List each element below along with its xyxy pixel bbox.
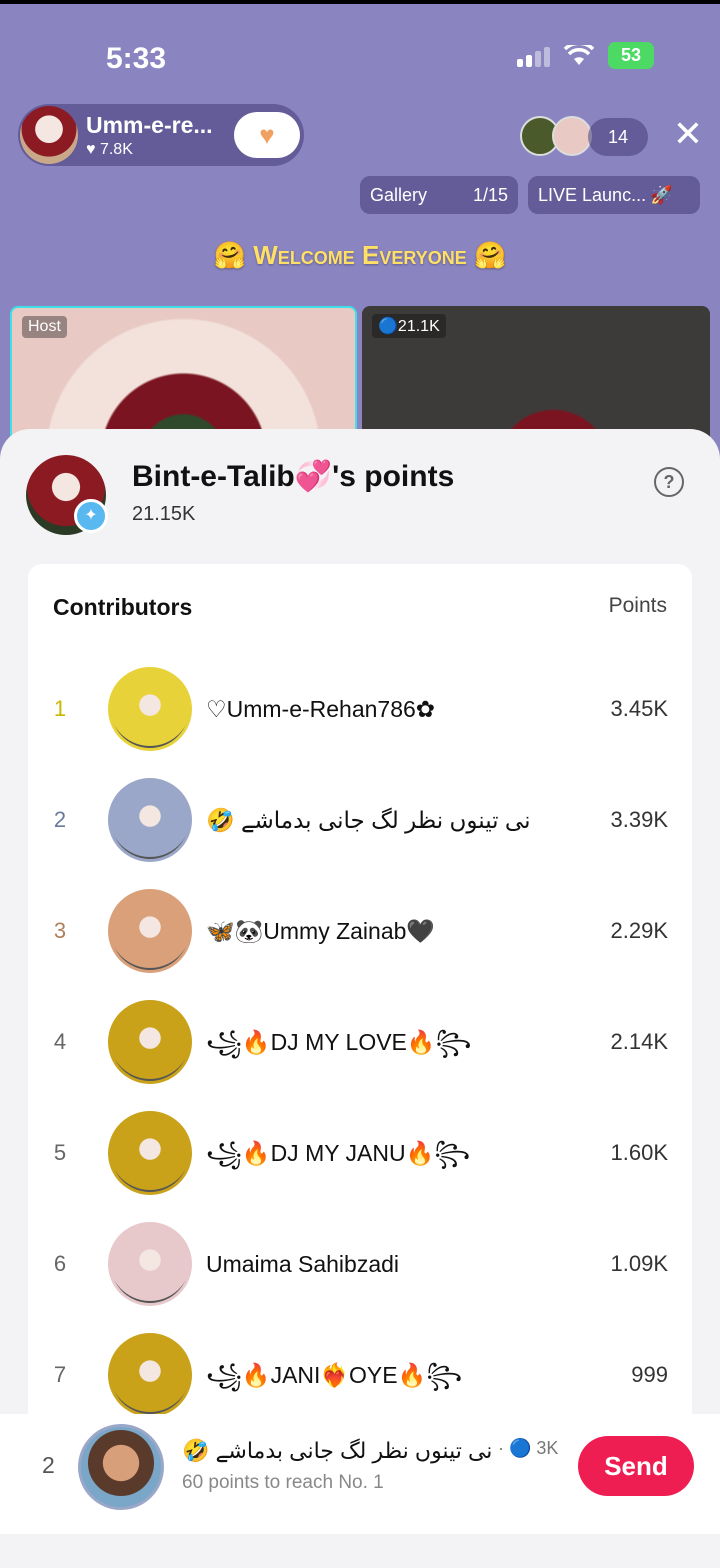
avatar[interactable] <box>108 778 192 862</box>
wifi-icon <box>564 44 594 65</box>
welcome-banner: 🤗 Welcome Everyone 🤗 <box>213 240 507 270</box>
heart-icon: ♥ <box>259 119 275 150</box>
follow-button[interactable]: ♥ <box>234 112 300 158</box>
live-launch-button[interactable]: LIVE Launc... 🚀 <box>528 176 700 214</box>
rank-number: 2 <box>53 807 67 832</box>
avatar[interactable] <box>108 1222 192 1306</box>
contributor-name: 🦋🐼Ummy Zainab🖤 <box>206 918 436 944</box>
rank-number: 6 <box>53 1251 67 1276</box>
contributor-name: ꧁🔥DJ MY JANU🔥꧂ <box>206 1140 471 1166</box>
host-name: Umm-e-re... <box>86 111 213 138</box>
contributor-points: 1.60K <box>610 1140 669 1165</box>
contributor-points: 3.45K <box>610 696 669 721</box>
my-rank: 2 <box>42 1452 55 1478</box>
avatar[interactable] <box>78 1424 164 1510</box>
gallery-button[interactable]: Gallery 1/15 <box>360 176 518 214</box>
avatar[interactable] <box>108 1111 192 1195</box>
verified-badge-icon: ✦ <box>74 499 108 533</box>
list-item[interactable]: 3 🦋🐼Ummy Zainab🖤 2.29K <box>28 881 692 981</box>
my-score: · 🔵 3K <box>498 1438 559 1458</box>
battery-icon: 53 <box>608 42 654 69</box>
signal-icon <box>517 45 550 67</box>
list-item[interactable]: 5 ꧁🔥DJ MY JANU🔥꧂ 1.60K <box>28 1103 692 1203</box>
guest-score: 🔵21.1K <box>372 314 446 338</box>
list-item[interactable]: 7 ꧁🔥JANI❤️‍🔥OYE🔥꧂ 999 <box>28 1325 692 1425</box>
rank-number: 4 <box>53 1029 67 1054</box>
host-avatar[interactable] <box>20 106 78 164</box>
contributor-name: ♡Umm-e-Rehan786✿ <box>206 696 436 722</box>
list-item[interactable]: 2 🤣 نی تینوں نظر لگ جانی بدماشے 3.39K <box>28 770 692 870</box>
contributor-name: ꧁🔥JANI❤️‍🔥OYE🔥꧂ <box>206 1362 463 1388</box>
total-points: 21.15K <box>132 503 196 525</box>
contributor-points: 1.09K <box>610 1251 669 1276</box>
list-item[interactable]: 4 ꧁🔥DJ MY LOVE🔥꧂ 2.14K <box>28 992 692 1092</box>
list-item[interactable]: 1 ♡Umm-e-Rehan786✿ 3.45K <box>28 659 692 759</box>
points-header: Points <box>608 594 667 617</box>
contributor-name: ꧁🔥DJ MY LOVE🔥꧂ <box>206 1029 472 1055</box>
rank-number: 3 <box>53 918 67 943</box>
contributor-points: 2.14K <box>610 1029 669 1054</box>
live-screen: 5:33 53 Umm-e-re... ♥ 7.8K ♥ 14 ✕ Galler… <box>0 4 720 1568</box>
gallery-label: Gallery <box>370 184 428 205</box>
contributor-name: Umaima Sahibzadi <box>206 1251 400 1277</box>
host-info-pill[interactable]: Umm-e-re... ♥ 7.8K ♥ <box>18 104 304 166</box>
host-tag: Host <box>22 316 67 338</box>
points-sheet: ✦ Bint-e-Talib💞's points 21.15K ? Contri… <box>0 429 720 1568</box>
gallery-page: 1/15 <box>472 184 508 205</box>
rank-number: 1 <box>53 696 67 721</box>
viewer-count[interactable]: 14 <box>588 118 648 156</box>
my-name: 🤣 نی تینوں نظر لگ جانی بدماشے <box>182 1438 493 1463</box>
avatar[interactable] <box>108 667 192 751</box>
avatar[interactable] <box>108 1333 192 1417</box>
close-icon[interactable]: ✕ <box>668 114 708 154</box>
top-viewers[interactable] <box>520 116 592 156</box>
rank-hint: 60 points to reach No. 1 <box>182 1472 384 1493</box>
contributor-points: 3.39K <box>610 807 669 832</box>
rocket-icon: 🚀 <box>650 184 673 205</box>
live-launch-label: LIVE Launc... <box>538 184 647 205</box>
avatar[interactable] <box>108 889 192 973</box>
status-time: 5:33 <box>106 42 167 75</box>
question-icon[interactable]: ? <box>654 467 684 497</box>
rank-number: 7 <box>53 1362 67 1387</box>
send-button[interactable]: Send <box>578 1436 694 1496</box>
contributor-points: 2.29K <box>610 918 669 943</box>
avatar[interactable] <box>552 116 592 156</box>
contributor-points: 999 <box>631 1362 668 1387</box>
status-icons: 53 <box>517 42 654 69</box>
contributors-header: Contributors <box>53 594 193 620</box>
rank-number: 5 <box>53 1140 67 1165</box>
sheet-title: Bint-e-Talib💞's points <box>132 460 455 493</box>
my-rank-bar: 2 🤣 نی تینوں نظر لگ جانی بدماشے · 🔵 3K 6… <box>0 1414 720 1534</box>
avatar[interactable] <box>108 1000 192 1084</box>
contributor-name: 🤣 نی تینوں نظر لگ جانی بدماشے <box>206 807 531 833</box>
list-item[interactable]: 6 Umaima Sahibzadi 1.09K <box>28 1214 692 1314</box>
contributors-card: Contributors Points 1 ♡Umm-e-Rehan786✿ 3.4… <box>28 564 692 1434</box>
host-likes: ♥ 7.8K <box>86 140 133 158</box>
